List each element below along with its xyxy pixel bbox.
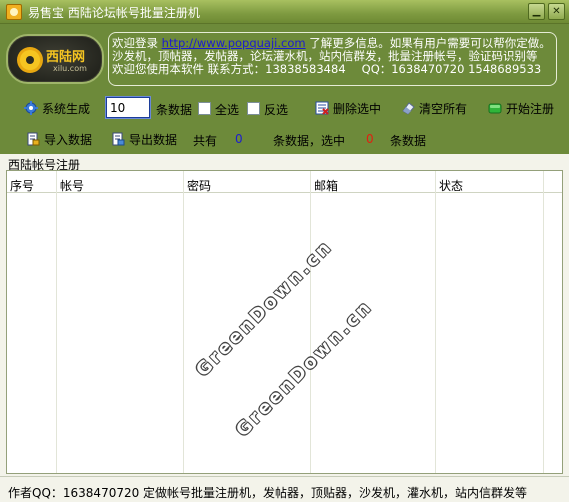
total-label: 共有: [193, 134, 218, 148]
data-count-label: 条数据: [156, 103, 193, 117]
app-icon: [6, 4, 22, 20]
table-header: 序号 帐号 密码 邮箱 状态: [7, 171, 562, 193]
eraser-icon: [402, 102, 415, 115]
flower-logo-icon: [20, 50, 40, 70]
start-register-label: 开始注册: [506, 102, 555, 116]
invert-checkbox[interactable]: [247, 102, 260, 115]
select-all-checkbox[interactable]: [198, 102, 211, 115]
column-divider: [310, 171, 311, 473]
column-header-email[interactable]: 邮箱: [314, 177, 338, 194]
total-count: 0: [235, 132, 243, 146]
generate-button[interactable]: 系统生成: [24, 100, 90, 117]
clear-all-button[interactable]: 清空所有: [401, 100, 467, 117]
quantity-input[interactable]: [105, 96, 151, 119]
column-header-index[interactable]: 序号: [10, 177, 34, 194]
selected-mid-label: 条数据，选中: [273, 134, 346, 148]
clear-all-label: 清空所有: [419, 102, 468, 116]
green-button-icon: [488, 103, 502, 114]
selected-count: 0: [366, 132, 374, 146]
logo-text: 西陆网: [46, 50, 86, 65]
invert-label: 反选: [264, 103, 289, 117]
toolbar: 系统生成 条数据 全选 反选 删除选中 清空所有 开始注册 导入数据 导出数据 …: [0, 86, 569, 154]
delete-selected-label: 删除选中: [333, 102, 382, 116]
column-header-account[interactable]: 帐号: [60, 177, 84, 194]
logo: 西陆网 xilu.com: [6, 34, 104, 84]
window-title: 易售宝 西陆论坛帐号批量注册机: [28, 6, 200, 20]
title-bar[interactable]: 易售宝 西陆论坛帐号批量注册机 ▁ ✕: [0, 0, 569, 24]
column-divider: [435, 171, 436, 473]
info-line-3: 欢迎您使用本软件 联系方式：13838583484 QQ：1638470720 1…: [112, 63, 556, 76]
column-header-status[interactable]: 状态: [439, 177, 463, 194]
website-link[interactable]: http://www.popquaji.com: [162, 36, 306, 50]
info-more: 了解更多信息。如果有用户需要可以帮你定做。: [305, 36, 551, 50]
info-welcome: 欢迎登录: [112, 36, 162, 50]
export-label: 导出数据: [129, 133, 178, 147]
close-icon: ✕: [552, 6, 561, 17]
import-button[interactable]: 导入数据: [26, 131, 92, 148]
column-header-password[interactable]: 密码: [187, 177, 211, 194]
generate-label: 系统生成: [42, 102, 91, 116]
account-table[interactable]: 序号 帐号 密码 邮箱 状态 GreenDown.cn GreenDown.cn: [6, 170, 563, 474]
qq-text: QQ：1638470720 1548689533: [361, 62, 542, 76]
banner: 西陆网 xilu.com 欢迎登录 http://www.popquaji.co…: [0, 24, 569, 86]
import-label: 导入数据: [44, 133, 93, 147]
start-register-button[interactable]: 开始注册: [488, 100, 554, 117]
contact-text: 欢迎您使用本软件 联系方式：13838583484: [112, 62, 346, 76]
delete-icon: [315, 101, 329, 115]
minimize-button[interactable]: ▁: [528, 3, 545, 20]
export-icon: [112, 132, 125, 146]
minimize-icon: ▁: [532, 6, 541, 17]
column-divider: [183, 171, 184, 473]
delete-selected-button[interactable]: 删除选中: [315, 100, 381, 117]
column-divider: [543, 171, 544, 473]
info-box: 欢迎登录 http://www.popquaji.com 了解更多信息。如果有用…: [108, 32, 557, 86]
close-button[interactable]: ✕: [548, 3, 565, 20]
column-divider: [56, 171, 57, 473]
status-bar: 作者QQ：1638470720 定做帐号批量注册机，发帖器，顶贴器，沙发机，灌水…: [0, 476, 569, 502]
import-icon: [27, 132, 40, 146]
selected-end-label: 条数据: [390, 134, 427, 148]
logo-subtext: xilu.com: [53, 64, 87, 73]
gear-icon: [24, 101, 38, 115]
select-all-label: 全选: [215, 103, 240, 117]
export-button[interactable]: 导出数据: [111, 131, 177, 148]
